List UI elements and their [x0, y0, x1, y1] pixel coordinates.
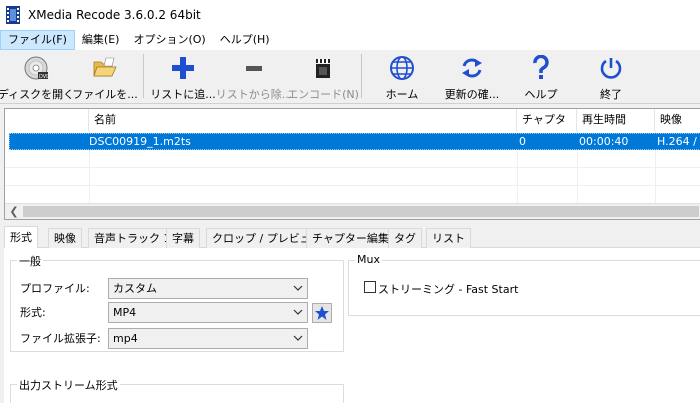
open-disc-button[interactable]: DVD ディスクを開く	[0, 52, 74, 102]
question-mark-icon	[533, 54, 549, 79]
tab-format[interactable]: 形式	[4, 226, 38, 248]
file-list-header: 名前 チャプター 再生時間 映像	[5, 109, 700, 148]
encode-button[interactable]: エンコード(N)	[287, 52, 359, 102]
app-film-icon	[6, 6, 20, 24]
grid-line	[5, 185, 700, 186]
star-icon	[315, 306, 329, 320]
check-update-label: 更新の確...	[444, 88, 500, 101]
menu-bar: ファイル(F) 編集(E) オプション(O) ヘルプ(H)	[0, 30, 700, 50]
exit-label: 終了	[600, 88, 622, 101]
profile-label: プロファイル:	[20, 282, 90, 295]
cell-name: DSC00919_1.m2ts	[89, 135, 191, 148]
folder-open-icon	[93, 57, 117, 76]
menu-edit[interactable]: 編集(E)	[75, 30, 127, 50]
grid-line	[5, 167, 700, 168]
scroll-thumb[interactable]	[23, 206, 699, 217]
refresh-icon	[462, 58, 482, 77]
minus-icon	[246, 65, 262, 71]
open-file-label: ファイルを...	[72, 88, 138, 101]
svg-text:DVD: DVD	[39, 74, 49, 80]
column-name[interactable]: 名前	[89, 109, 517, 131]
general-group-title: 一般	[17, 253, 43, 269]
help-label: ヘルプ	[524, 88, 558, 101]
column-chapter[interactable]: チャプター	[517, 109, 577, 148]
chevron-down-icon	[293, 335, 303, 341]
home-button[interactable]: ホーム	[372, 52, 432, 102]
mux-group-title: Mux	[355, 253, 382, 266]
plus-icon	[172, 56, 194, 79]
column-video[interactable]: 映像	[655, 109, 700, 131]
chevron-down-icon	[293, 285, 303, 291]
output-stream-title: 出力ストリーム形式	[17, 377, 120, 393]
toolbar-separator	[361, 54, 362, 98]
cell-duration: 00:00:40	[579, 135, 629, 148]
format-label: 形式:	[20, 306, 46, 319]
tab-tags[interactable]: タグ	[388, 228, 422, 248]
format-value: MP4	[113, 306, 137, 319]
format-select[interactable]: MP4	[108, 302, 308, 323]
toolbar-separator	[143, 54, 144, 98]
help-button[interactable]: ヘルプ	[516, 52, 566, 102]
favorite-button[interactable]	[312, 303, 332, 323]
tab-list[interactable]: リスト	[426, 228, 471, 248]
scroll-left-icon[interactable]: ❮	[7, 204, 21, 219]
check-update-button[interactable]: 更新の確...	[440, 52, 504, 102]
open-disc-label: ディスクを開く	[0, 88, 75, 101]
table-row[interactable]: DSC00919_1.m2ts 0 00:00:40 H.264 / A	[9, 133, 700, 150]
streaming-checkbox[interactable]	[364, 281, 376, 293]
remove-from-list-label: リストから除...	[215, 88, 293, 101]
file-extension-label: ファイル拡張子:	[20, 332, 101, 345]
remove-from-list-button[interactable]: リストから除...	[215, 52, 293, 102]
disc-icon: DVD	[24, 56, 49, 80]
open-file-button[interactable]: ファイルを...	[72, 52, 138, 102]
streaming-label: ストリーミング - Fast Start	[378, 283, 519, 296]
add-to-list-label: リストに追...	[150, 88, 216, 101]
file-list[interactable]: 名前 チャプター 再生時間 映像 DSC00919_1.m2ts 0 00:00…	[4, 108, 700, 220]
horizontal-scrollbar[interactable]: ❮	[5, 203, 700, 219]
encode-label: エンコード(N)	[287, 88, 359, 101]
home-label: ホーム	[385, 88, 419, 101]
cell-video: H.264 / A	[657, 135, 700, 148]
tab-subtitles[interactable]: 字幕	[166, 228, 200, 248]
tab-video[interactable]: 映像	[48, 228, 82, 248]
window-title: XMedia Recode 3.6.0.2 64bit	[28, 8, 201, 22]
globe-icon	[390, 55, 414, 80]
profile-select[interactable]: カスタム	[108, 278, 308, 299]
column-blank	[5, 109, 89, 131]
exit-button[interactable]: 終了	[588, 52, 634, 102]
cell-chapter: 0	[519, 135, 526, 148]
file-extension-value: mp4	[113, 332, 138, 345]
menu-file[interactable]: ファイル(F)	[0, 30, 75, 50]
add-to-list-button[interactable]: リストに追...	[150, 52, 216, 102]
menu-help[interactable]: ヘルプ(H)	[213, 30, 277, 50]
power-icon	[600, 57, 622, 79]
format-panel: 一般 プロファイル: カスタム 形式: MP4 ファイル拡張子: mp4 Mux…	[4, 248, 700, 403]
output-stream-group: 出力ストリーム形式	[10, 377, 344, 403]
profile-value: カスタム	[113, 282, 157, 295]
settings-tabs: 形式 映像 音声トラック 1 字幕 クロップ / プレビュー チャプター編集 タ…	[4, 226, 700, 248]
tab-chapter-edit[interactable]: チャプター編集	[306, 228, 395, 248]
title-bar: XMedia Recode 3.6.0.2 64bit	[0, 0, 700, 30]
toolbar: DVD ディスクを開く ファイルを... リストに追... リストから除... …	[0, 50, 700, 104]
column-duration[interactable]: 再生時間	[577, 109, 655, 131]
menu-options[interactable]: オプション(O)	[126, 30, 212, 50]
tab-audio-track[interactable]: 音声トラック 1	[88, 228, 177, 248]
chevron-down-icon	[293, 309, 303, 315]
clapperboard-icon	[316, 58, 330, 78]
file-extension-select[interactable]: mp4	[108, 328, 308, 349]
